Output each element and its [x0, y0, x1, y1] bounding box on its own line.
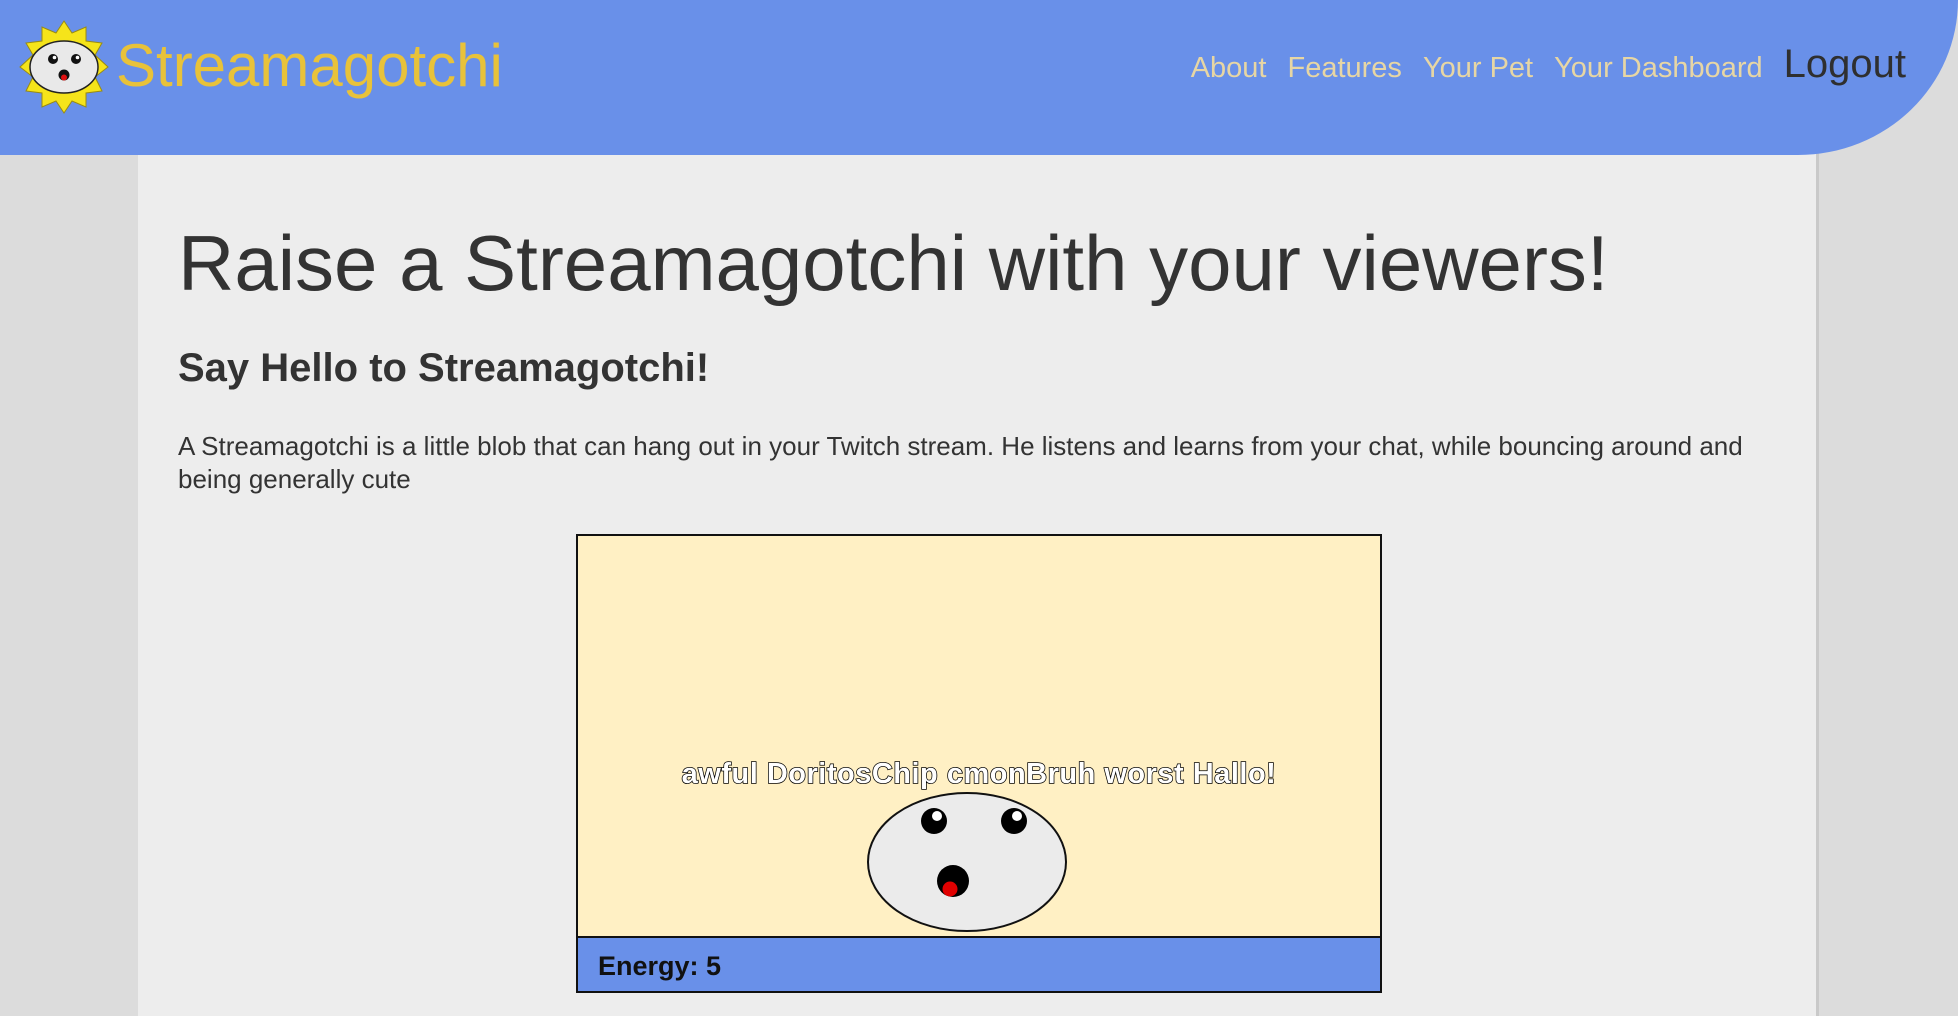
page-title: Raise a Streamagotchi with your viewers! [178, 219, 1609, 307]
streamagotchi-sun-logo-icon [19, 20, 109, 114]
energy-label: Energy: 5 [598, 951, 722, 981]
pet-stage: awful DoritosChip cmonBruh worst Hallo! [578, 536, 1380, 936]
description-text: A Streamagotchi is a little blob that ca… [178, 431, 1743, 494]
main-content: Raise a Streamagotchi with your viewers!… [138, 150, 1819, 1016]
pet-blob-icon [867, 792, 1067, 932]
nav-features-link[interactable]: Features [1287, 52, 1401, 85]
nav-your-dashboard-link[interactable]: Your Dashboard [1554, 52, 1763, 85]
nav-about-link[interactable]: About [1191, 52, 1267, 85]
section-subtitle: Say Hello to Streamagotchi! [178, 346, 710, 390]
energy-bar: Energy: 5 [578, 936, 1380, 991]
logout-link[interactable]: Logout [1784, 42, 1906, 87]
nav-your-pet-link[interactable]: Your Pet [1423, 52, 1533, 85]
brand-link[interactable]: Streamagotchi [14, 10, 503, 120]
top-nav: About Features Your Pet Your Dashboard L… [1170, 42, 1906, 87]
pet-chat-message: awful DoritosChip cmonBruh worst Hallo! [681, 757, 1277, 791]
site-header: Streamagotchi About Features Your Pet Yo… [0, 0, 1958, 155]
pet-preview: awful DoritosChip cmonBruh worst Hallo! … [576, 534, 1382, 993]
brand-name: Streamagotchi [116, 31, 503, 99]
